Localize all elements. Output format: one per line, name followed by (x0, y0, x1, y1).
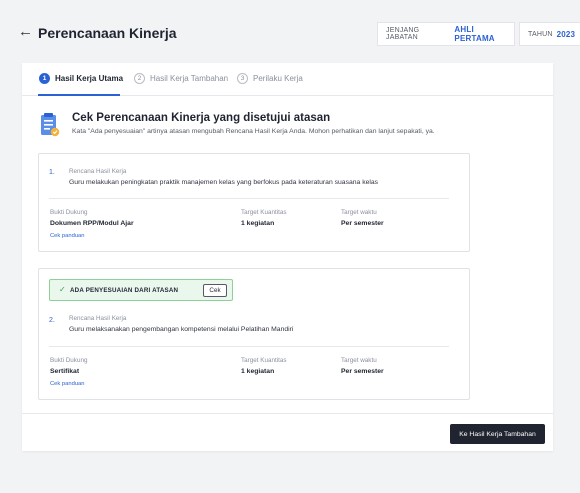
step-number-badge: 2 (134, 73, 145, 84)
target-kuantitas-value: 1 kegiatan (241, 220, 275, 227)
cek-panduan-link[interactable]: Cek panduan (50, 381, 85, 387)
item-label: Rencana Hasil Kerja (69, 315, 127, 322)
back-arrow-icon[interactable]: ← (18, 24, 33, 40)
item-text: Guru melakukan peningkatan praktik manaj… (69, 179, 379, 186)
bukti-dukung-label: Bukti Dukung (50, 357, 88, 364)
cek-adjustment-button[interactable]: Cek (203, 284, 227, 297)
target-waktu-label: Target waktu (341, 357, 377, 364)
tahun-value: 2023 (556, 29, 576, 39)
page-title: Perencanaan Kinerja (38, 25, 177, 41)
approval-notice: Cek Perencanaan Kinerja yang disetujui a… (38, 111, 538, 143)
notice-title: Cek Perencanaan Kinerja yang disetujui a… (72, 112, 331, 124)
step-tabs: 1 Hasil Kerja Utama 2 Hasil Kerja Tambah… (22, 63, 553, 96)
rencana-hasil-kerja-item: 1. Rencana Hasil Kerja Guru melakukan pe… (38, 153, 470, 252)
tahun-badge: TAHUN 2023 (519, 22, 580, 46)
target-waktu-label: Target waktu (341, 209, 377, 216)
next-step-button[interactable]: Ke Hasil Kerja Tambahan (450, 424, 545, 444)
jenjang-label: JENJANG JABATAN (386, 27, 420, 41)
active-tab-indicator (38, 94, 120, 96)
tab-label: Hasil Kerja Utama (55, 74, 124, 83)
adjustment-banner: ✓ ADA PENYESUAIAN DARI ATASAN Cek (49, 279, 233, 301)
tab-perilaku-kerja[interactable]: 3 Perilaku Kerja (237, 73, 303, 84)
jenjang-jabatan-badge: JENJANG JABATAN AHLI PERTAMA (377, 22, 515, 46)
tab-hasil-kerja-tambahan[interactable]: 2 Hasil Kerja Tambahan (134, 73, 228, 84)
divider (49, 198, 449, 199)
target-kuantitas-label: Target Kuantitas (241, 357, 287, 364)
bukti-dukung-label: Bukti Dukung (50, 209, 88, 216)
bukti-dukung-value: Dokumen RPP/Modul Ajar (50, 220, 134, 227)
page-header: ← Perencanaan Kinerja JENJANG JABATAN AH… (0, 0, 580, 63)
main-card: 1 Hasil Kerja Utama 2 Hasil Kerja Tambah… (22, 63, 553, 451)
check-icon: ✓ (59, 285, 66, 294)
tab-label: Hasil Kerja Tambahan (150, 74, 229, 83)
step-number-badge: 3 (237, 73, 248, 84)
target-kuantitas-label: Target Kuantitas (241, 209, 287, 216)
divider (49, 346, 449, 347)
item-label: Rencana Hasil Kerja (69, 168, 127, 175)
tahun-label: TAHUN (528, 30, 553, 38)
jenjang-value: AHLI PERTAMA (454, 25, 495, 43)
card-footer: Ke Hasil Kerja Tambahan (22, 413, 553, 451)
bukti-dukung-value: Sertifikat (50, 368, 80, 375)
adjustment-label: ADA PENYESUAIAN DARI ATASAN (70, 287, 179, 294)
item-text: Guru melaksanakan pengembangan kompetens… (69, 326, 294, 333)
target-kuantitas-value: 1 kegiatan (241, 368, 275, 375)
notice-description: Kata "Ada penyesuaian" artinya atasan me… (72, 128, 435, 135)
tab-hasil-kerja-utama[interactable]: 1 Hasil Kerja Utama (39, 73, 123, 84)
rencana-hasil-kerja-item: ✓ ADA PENYESUAIAN DARI ATASAN Cek 2. Ren… (38, 268, 470, 400)
item-number: 2. (49, 317, 55, 324)
document-checklist-icon (41, 113, 60, 137)
item-number: 1. (49, 169, 55, 176)
tab-label: Perilaku Kerja (253, 74, 303, 83)
target-waktu-value: Per semester (341, 220, 384, 227)
cek-panduan-link[interactable]: Cek panduan (50, 233, 85, 239)
target-waktu-value: Per semester (341, 368, 384, 375)
step-number-badge: 1 (39, 73, 50, 84)
